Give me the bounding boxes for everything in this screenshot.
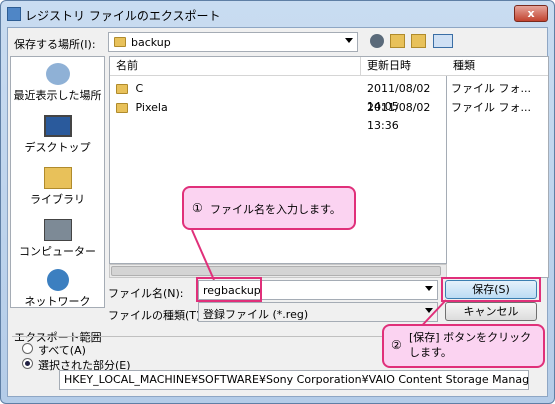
file-name-cell: C bbox=[135, 82, 144, 95]
file-row[interactable]: Pixela 2011/08/02 13:36 bbox=[116, 99, 446, 132]
computer-icon bbox=[43, 219, 72, 241]
callout-number: ② bbox=[391, 338, 402, 352]
folder-icon bbox=[114, 37, 126, 47]
callout-text: ファイル名を入力します。 bbox=[210, 203, 341, 216]
chevron-down-icon bbox=[345, 38, 353, 43]
scroll-thumb[interactable] bbox=[111, 266, 441, 276]
file-date-cell: 2011/08/02 13:36 bbox=[367, 101, 431, 132]
registry-app-icon bbox=[7, 7, 21, 21]
place-recent[interactable]: 最近表示した場所 bbox=[11, 63, 104, 103]
place-label: コンピューター bbox=[19, 245, 96, 258]
folder-icon bbox=[116, 84, 128, 94]
file-type-select[interactable]: 登録ファイル (*.reg) bbox=[198, 302, 438, 322]
place-computer[interactable]: コンピューター bbox=[11, 219, 104, 259]
radio-selected[interactable] bbox=[22, 358, 33, 369]
dialog-body: 保存する場所(I): backup 最近表示した場所 デスクトップ ライブラリ bbox=[7, 27, 549, 397]
highlight-file-name bbox=[196, 277, 262, 302]
place-network[interactable]: ネットワーク bbox=[11, 269, 104, 309]
callout-step-2: ② [保存] ボタンをクリックします。 bbox=[382, 324, 545, 368]
place-libraries[interactable]: ライブラリ bbox=[11, 167, 104, 207]
folder-icon bbox=[116, 103, 128, 113]
desktop-icon bbox=[43, 115, 72, 137]
up-folder-icon[interactable] bbox=[390, 34, 405, 48]
place-label: ライブラリ bbox=[30, 193, 85, 206]
back-icon[interactable] bbox=[370, 34, 384, 48]
callout-number: ① bbox=[192, 201, 203, 215]
new-folder-icon[interactable] bbox=[411, 34, 426, 48]
place-desktop[interactable]: デスクトップ bbox=[11, 115, 104, 155]
radio-all[interactable] bbox=[22, 343, 33, 354]
place-label: デスクトップ bbox=[24, 141, 91, 154]
recent-places-icon bbox=[45, 63, 70, 85]
save-in-label: 保存する場所(I): bbox=[14, 38, 96, 51]
file-type-value: 登録ファイル (*.reg) bbox=[203, 308, 309, 321]
file-type-cell: ファイル フォ... bbox=[451, 82, 531, 95]
horizontal-scrollbar[interactable] bbox=[109, 264, 447, 278]
column-header-type[interactable]: 種類 bbox=[447, 57, 548, 76]
callout-step-1: ① ファイル名を入力します。 bbox=[182, 186, 356, 230]
close-button[interactable]: x bbox=[514, 5, 548, 22]
cancel-button[interactable]: キャンセル bbox=[445, 302, 537, 321]
network-icon bbox=[46, 269, 69, 291]
file-name-label: ファイル名(N): bbox=[108, 287, 184, 300]
title-bar: レジストリ ファイルのエクスポート x bbox=[1, 1, 554, 27]
chevron-down-icon bbox=[425, 286, 433, 291]
view-menu-icon[interactable] bbox=[433, 34, 453, 48]
place-label: 最近表示した場所 bbox=[13, 89, 102, 102]
save-in-combo[interactable]: backup bbox=[108, 32, 358, 52]
column-header-name[interactable]: 名前 bbox=[110, 57, 361, 76]
file-name-cell: Pixela bbox=[135, 101, 168, 114]
file-row[interactable]: C 2011/08/02 14:05 bbox=[116, 80, 446, 113]
radio-all-label: すべて(A) bbox=[38, 344, 86, 357]
file-list: 名前 更新日時 C 2011/08/02 14:05 Pixela 2011/0… bbox=[109, 56, 481, 264]
file-type-label: ファイルの種類(T): bbox=[108, 309, 205, 322]
window-title: レジストリ ファイルのエクスポート bbox=[25, 9, 221, 23]
dialog-window: レジストリ ファイルのエクスポート x 保存する場所(I): backup 最近… bbox=[0, 0, 555, 404]
save-in-value: backup bbox=[131, 36, 171, 49]
file-list-type-column: 種類 ファイル フォ... ファイル フォ... bbox=[447, 56, 549, 278]
file-type-cell: ファイル フォ... bbox=[451, 101, 531, 114]
libraries-icon bbox=[43, 167, 72, 189]
places-bar: 最近表示した場所 デスクトップ ライブラリ コンピューター ネットワーク bbox=[10, 56, 105, 308]
export-range-divider bbox=[12, 336, 382, 337]
place-label: ネットワーク bbox=[24, 295, 91, 308]
registry-path-field[interactable]: HKEY_LOCAL_MACHINE¥SOFTWARE¥Sony Corpora… bbox=[59, 370, 529, 390]
callout-text: [保存] ボタンをクリックします。 bbox=[409, 331, 532, 359]
